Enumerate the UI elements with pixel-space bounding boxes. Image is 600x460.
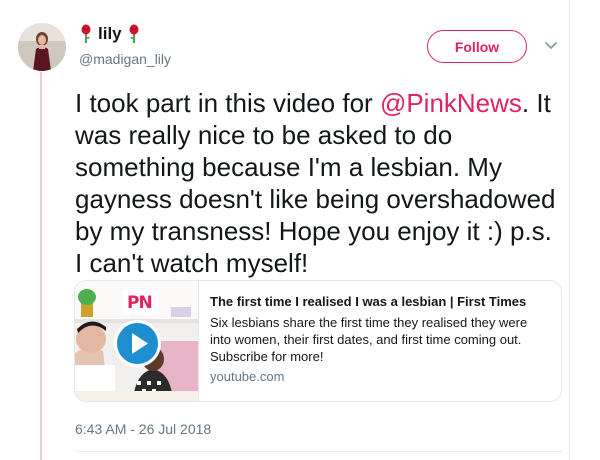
mention-link[interactable]: @PinkNews: [380, 88, 522, 118]
card-body: The first time I realised I was a lesbia…: [199, 281, 561, 401]
footer-divider: [75, 451, 563, 452]
tweet-text: I took part in this video for @PinkNews.…: [75, 87, 563, 279]
user-handle[interactable]: @madigan_lily: [79, 51, 171, 67]
display-name[interactable]: lily: [98, 24, 122, 44]
card-title[interactable]: The first time I realised I was a lesbia…: [210, 293, 549, 311]
link-card[interactable]: PN The first time I realised I was a les…: [74, 280, 562, 402]
avatar-image: [18, 23, 66, 71]
column-divider: [569, 0, 570, 460]
thread-line: [40, 72, 42, 460]
tweet-timestamp[interactable]: 6:43 AM - 26 Jul 2018: [75, 421, 211, 437]
follow-button[interactable]: Follow: [427, 30, 527, 63]
rose-icon: [129, 24, 139, 43]
card-description: Six lesbians share the first time they r…: [210, 315, 528, 364]
brand-logo: PN: [127, 293, 153, 313]
name-row: lily: [79, 24, 141, 44]
card-domain: youtube.com: [210, 369, 285, 384]
avatar[interactable]: [18, 23, 66, 71]
tweet-text-part: I took part in this video for: [75, 88, 380, 118]
play-icon[interactable]: [114, 320, 161, 367]
rose-icon: [81, 24, 91, 43]
chevron-down-icon[interactable]: [544, 40, 558, 52]
card-thumbnail[interactable]: PN: [75, 281, 199, 401]
